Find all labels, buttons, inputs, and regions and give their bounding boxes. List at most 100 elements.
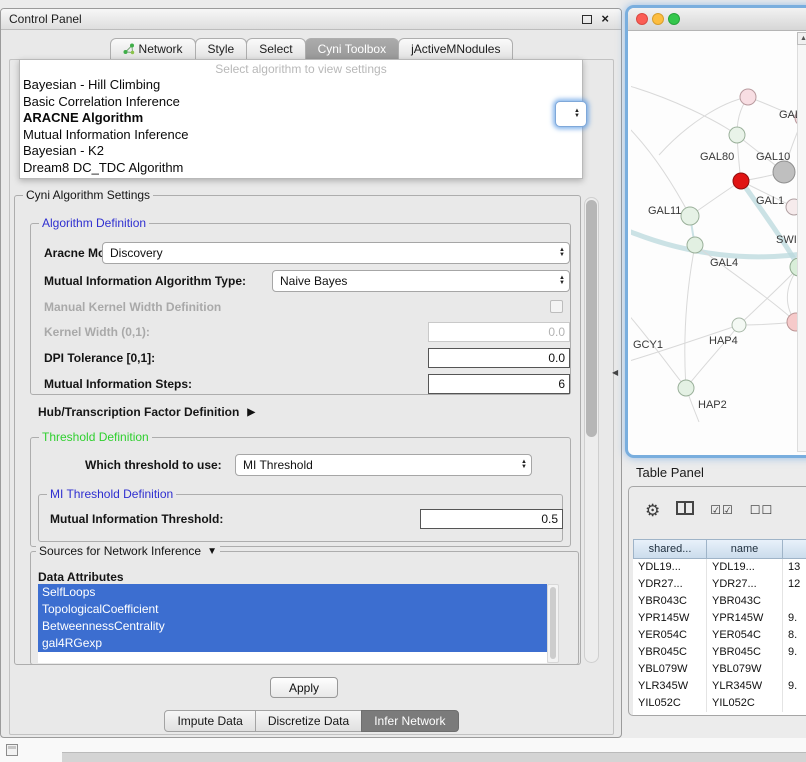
network-node[interactable] — [740, 89, 756, 105]
algorithm-option-list: Bayesian - Hill ClimbingBasic Correlatio… — [20, 77, 582, 176]
network-scrollbar[interactable] — [797, 32, 806, 452]
bottom-tab-infer-network[interactable]: Infer Network — [361, 710, 458, 732]
network-node[interactable] — [773, 161, 795, 183]
select-all-icon[interactable]: ☑☑ — [710, 503, 734, 517]
table-panel-window: ⚙ ☑☑ ☐☐ shared...name YDL19...YDL19...13… — [628, 486, 806, 716]
apply-button[interactable]: Apply — [270, 677, 338, 698]
gear-icon[interactable]: ⚙ — [645, 502, 660, 519]
attribute-item[interactable]: SelfLoops — [38, 584, 547, 601]
tab-select[interactable]: Select — [246, 38, 305, 60]
collapse-arrow-icon[interactable]: ▼ — [207, 546, 217, 557]
table-cell — [783, 661, 806, 678]
scrollbar-thumb[interactable] — [550, 587, 556, 659]
dpi-tolerance-input[interactable] — [428, 348, 570, 368]
network-node[interactable] — [729, 127, 745, 143]
combo-arrows-icon: ▲▼ — [574, 109, 584, 119]
table-row[interactable]: YER054CYER054C8. — [633, 627, 806, 644]
network-node[interactable] — [732, 318, 746, 332]
table-cell: YPR145W — [633, 610, 707, 627]
network-window-titlebar[interactable] — [628, 8, 806, 31]
mi-type-value: Naive Bayes — [280, 274, 347, 288]
network-edge[interactable] — [631, 85, 737, 135]
algorithm-select-fragment[interactable]: ▲▼ — [555, 101, 587, 127]
network-edge[interactable] — [685, 245, 695, 388]
tab-jactivemnodules[interactable]: jActiveMNodules — [398, 38, 513, 60]
tab-cyni-toolbox[interactable]: Cyni Toolbox — [305, 38, 399, 60]
algorithm-option-bayesian-k2[interactable]: Bayesian - K2 — [20, 143, 582, 160]
tab-style[interactable]: Style — [195, 38, 248, 60]
table-header: shared...name — [633, 539, 806, 559]
algorithm-option-basic-correlation-inference[interactable]: Basic Correlation Inference — [20, 94, 582, 111]
network-edge[interactable] — [659, 97, 748, 155]
tab-bar: NetworkStyle Select Cyni Toolbox jActiveMNo… — [1, 38, 621, 60]
float-window-icon[interactable] — [582, 15, 592, 24]
settings-scrollbar[interactable] — [584, 197, 599, 663]
manual-kernel-checkbox[interactable] — [550, 300, 563, 313]
tab-network[interactable]: Network — [110, 38, 196, 60]
column-header[interactable] — [783, 539, 806, 559]
aracne-mode-value: Discovery — [110, 246, 163, 260]
network-edge[interactable] — [631, 125, 690, 216]
table-row[interactable]: YLR345WYLR345W9. — [633, 678, 806, 695]
aracne-mode-select[interactable]: Discovery ▲▼ — [102, 242, 570, 264]
table-cell: YPR145W — [707, 610, 783, 627]
minimize-traffic-light-icon[interactable] — [652, 13, 664, 25]
expand-arrow-icon[interactable]: ▶ — [247, 407, 255, 418]
network-node[interactable] — [681, 207, 699, 225]
restore-panel-icon[interactable] — [6, 744, 18, 756]
control-panel-window: Control Panel × NetworkStyle Select Cyni T… — [0, 8, 622, 738]
tab-label: Cyni Toolbox — [318, 42, 386, 56]
node-label: GAL4 — [710, 257, 738, 269]
attribute-list-scrollbar[interactable] — [547, 584, 559, 663]
algorithm-option-dream8-dc-tdc-algorithm[interactable]: Dream8 DC_TDC Algorithm — [20, 160, 582, 177]
scrollbar-thumb[interactable] — [586, 200, 597, 437]
kernel-width-input[interactable] — [428, 322, 570, 342]
tab-label: Select — [259, 42, 292, 56]
attribute-item[interactable]: TopologicalCoefficient — [38, 601, 547, 618]
network-node[interactable] — [733, 173, 749, 189]
which-threshold-value: MI Threshold — [243, 458, 313, 472]
columns-icon[interactable] — [676, 501, 694, 520]
close-traffic-light-icon[interactable] — [636, 13, 648, 25]
attribute-list[interactable]: SelfLoopsTopologicalCoefficientBetweenne… — [38, 584, 547, 663]
column-header[interactable]: shared... — [633, 539, 707, 559]
table-row[interactable]: YDL19...YDL19...13 — [633, 559, 806, 576]
scroll-up-button[interactable]: ▲ — [797, 32, 806, 45]
network-canvas[interactable]: GAL8GAL80GAL10GAL11GAL1SWI4GAL4GCY1HAP4H… — [628, 30, 806, 455]
deselect-all-icon[interactable]: ☐☐ — [750, 503, 774, 517]
algorithm-option-mutual-information-inference[interactable]: Mutual Information Inference — [20, 127, 582, 144]
column-header[interactable]: name — [707, 539, 783, 559]
sources-section-header[interactable]: Sources for Network Inference ▼ — [36, 544, 220, 558]
manual-kernel-label: Manual Kernel Width Definition — [44, 300, 221, 314]
node-label: HAP2 — [698, 399, 727, 411]
splitter-collapse-icon[interactable]: ◀ — [612, 368, 618, 377]
close-icon[interactable]: × — [601, 11, 609, 26]
table-toolbar: ⚙ ☑☑ ☐☐ — [629, 497, 773, 523]
hub-definition-section[interactable]: Hub/Transcription Factor Definition ▶ — [38, 405, 255, 419]
mi-type-label: Mutual Information Algorithm Type: — [44, 274, 246, 288]
table-row[interactable]: YBL079WYBL079W — [633, 661, 806, 678]
table-row[interactable]: YIL052CYIL052C — [633, 695, 806, 712]
table-cell: YDR27... — [633, 576, 707, 593]
table-row[interactable]: YBR045CYBR045C9. — [633, 644, 806, 661]
bottom-tab-discretize-data[interactable]: Discretize Data — [255, 710, 362, 732]
mi-steps-input[interactable] — [428, 374, 570, 394]
algorithm-option-aracne-algorithm[interactable]: ARACNE Algorithm — [20, 110, 582, 127]
zoom-traffic-light-icon[interactable] — [668, 13, 680, 25]
table-row[interactable]: YDR27...YDR27...12 — [633, 576, 806, 593]
control-panel-titlebar[interactable]: Control Panel × — [1, 9, 621, 30]
network-node[interactable] — [687, 237, 703, 253]
network-node[interactable] — [678, 380, 694, 396]
table-row[interactable]: YBR043CYBR043C — [633, 593, 806, 610]
bottom-tab-impute-data[interactable]: Impute Data — [164, 710, 255, 732]
attribute-item[interactable]: gal4RGexp — [38, 635, 547, 652]
mi-steps-label: Mutual Information Steps: — [44, 377, 192, 391]
attribute-item[interactable]: BetweennessCentrality — [38, 618, 547, 635]
which-threshold-select[interactable]: MI Threshold ▲▼ — [235, 454, 532, 476]
mi-threshold-group-title: MI Threshold Definition — [47, 487, 176, 501]
combo-arrows-icon: ▲▼ — [559, 276, 569, 286]
table-row[interactable]: YPR145WYPR145W9. — [633, 610, 806, 627]
mi-threshold-input[interactable] — [420, 509, 563, 529]
mi-type-select[interactable]: Naive Bayes ▲▼ — [272, 270, 570, 292]
algorithm-option-bayesian-hill-climbing[interactable]: Bayesian - Hill Climbing — [20, 77, 582, 94]
